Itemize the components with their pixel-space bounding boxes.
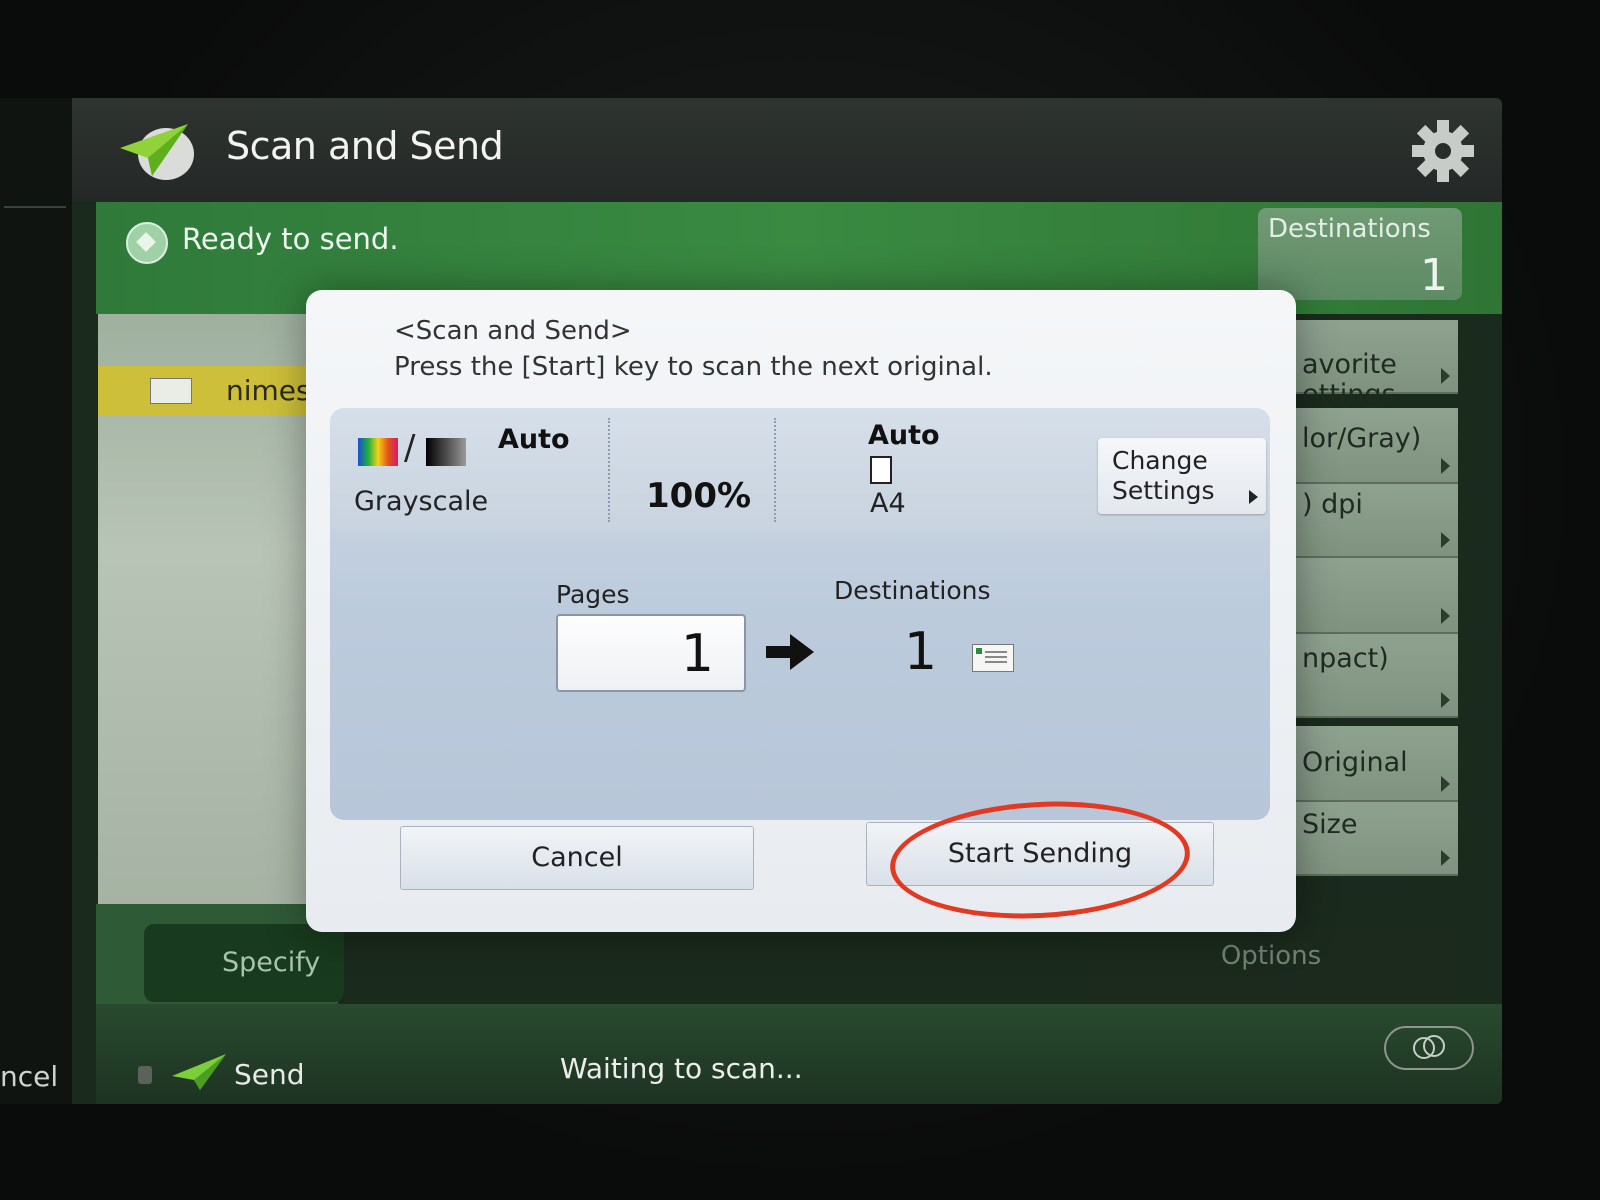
- send-status-icon: [138, 1066, 152, 1084]
- color-mode-value: Auto: [498, 424, 570, 455]
- scan-size-label: Size: [1302, 809, 1358, 840]
- destinations-value: 1: [904, 622, 938, 682]
- paper-size-value: A4: [870, 488, 906, 519]
- settings-summary-row: / Auto Grayscale 100% Auto A4 Change Set…: [330, 408, 1270, 532]
- color-mode-label: Grayscale: [354, 486, 489, 517]
- settings-summary-panel: / Auto Grayscale 100% Auto A4 Change Set…: [330, 408, 1270, 820]
- destinations-counter-label: Destinations: [1268, 214, 1431, 244]
- scan-size-button[interactable]: Size: [1296, 802, 1458, 876]
- menu-button-4[interactable]: [1296, 558, 1458, 634]
- destinations-counter[interactable]: Destinations 1: [1258, 208, 1462, 301]
- favorite-settings-button[interactable]: avorite ettings: [1296, 320, 1458, 410]
- help-button[interactable]: [1384, 1026, 1474, 1070]
- pages-field: 1: [556, 614, 746, 692]
- left-strip-divider: [4, 206, 66, 208]
- change-settings-button[interactable]: Change Settings: [1098, 438, 1266, 514]
- pages-value: 1: [680, 624, 714, 684]
- chevron-right-icon: [1441, 368, 1450, 384]
- gear-icon[interactable]: [1408, 116, 1478, 186]
- divider: [608, 418, 610, 522]
- dialog-message: Press the [Start] key to scan the next o…: [394, 352, 993, 382]
- paper-icon: [870, 456, 892, 484]
- address-card-icon: [972, 644, 1014, 672]
- color-mode-button[interactable]: lor/Gray): [1296, 408, 1458, 484]
- original-type-label: Original: [1302, 747, 1408, 778]
- specify-destination-button[interactable]: Specify: [144, 924, 344, 1002]
- zoom-value: 100%: [646, 476, 752, 516]
- change-settings-label: Change Settings: [1112, 446, 1215, 505]
- right-arrow-icon: [766, 634, 814, 670]
- file-format-button[interactable]: npact): [1296, 634, 1458, 718]
- cancel-button[interactable]: Cancel: [400, 826, 754, 890]
- pages-label: Pages: [556, 580, 630, 609]
- job-status-text: Waiting to scan...: [560, 1052, 803, 1085]
- chevron-right-icon: [1441, 692, 1450, 708]
- send-job-label: Send: [234, 1058, 305, 1091]
- address-card-icon: [150, 378, 192, 404]
- color-mode-icon: [358, 438, 398, 466]
- help-icon: [1413, 1035, 1445, 1059]
- divider: [774, 418, 776, 522]
- paper-plane-icon: [120, 124, 194, 180]
- color-mode-label: lor/Gray): [1302, 423, 1422, 454]
- file-format-label: npact): [1302, 643, 1389, 674]
- left-strip: [0, 98, 72, 1104]
- resolution-label: ) dpi: [1302, 489, 1363, 520]
- original-type-button[interactable]: Original: [1296, 726, 1458, 802]
- destinations-counter-value: 1: [1420, 250, 1448, 301]
- ready-diamond-icon: [126, 222, 168, 264]
- app-title: Scan and Send: [226, 124, 504, 168]
- footer-cancel-fragment[interactable]: ncel: [0, 1060, 58, 1093]
- destinations-label: Destinations: [834, 576, 991, 605]
- status-message: Ready to send.: [182, 222, 399, 256]
- send-plane-icon: [172, 1054, 226, 1090]
- dialog-title: <Scan and Send>: [394, 316, 632, 346]
- favorite-settings-label: avorite ettings: [1302, 349, 1397, 410]
- color-slash: /: [404, 428, 416, 468]
- grayscale-icon: [426, 438, 466, 466]
- paper-select-value: Auto: [868, 420, 940, 451]
- resolution-button[interactable]: ) dpi: [1296, 484, 1458, 558]
- chevron-right-icon: [1441, 458, 1450, 474]
- chevron-right-icon: [1441, 776, 1450, 792]
- chevron-right-icon: [1249, 490, 1258, 504]
- chevron-right-icon: [1441, 850, 1450, 866]
- chevron-right-icon: [1441, 532, 1450, 548]
- chevron-right-icon: [1441, 608, 1450, 624]
